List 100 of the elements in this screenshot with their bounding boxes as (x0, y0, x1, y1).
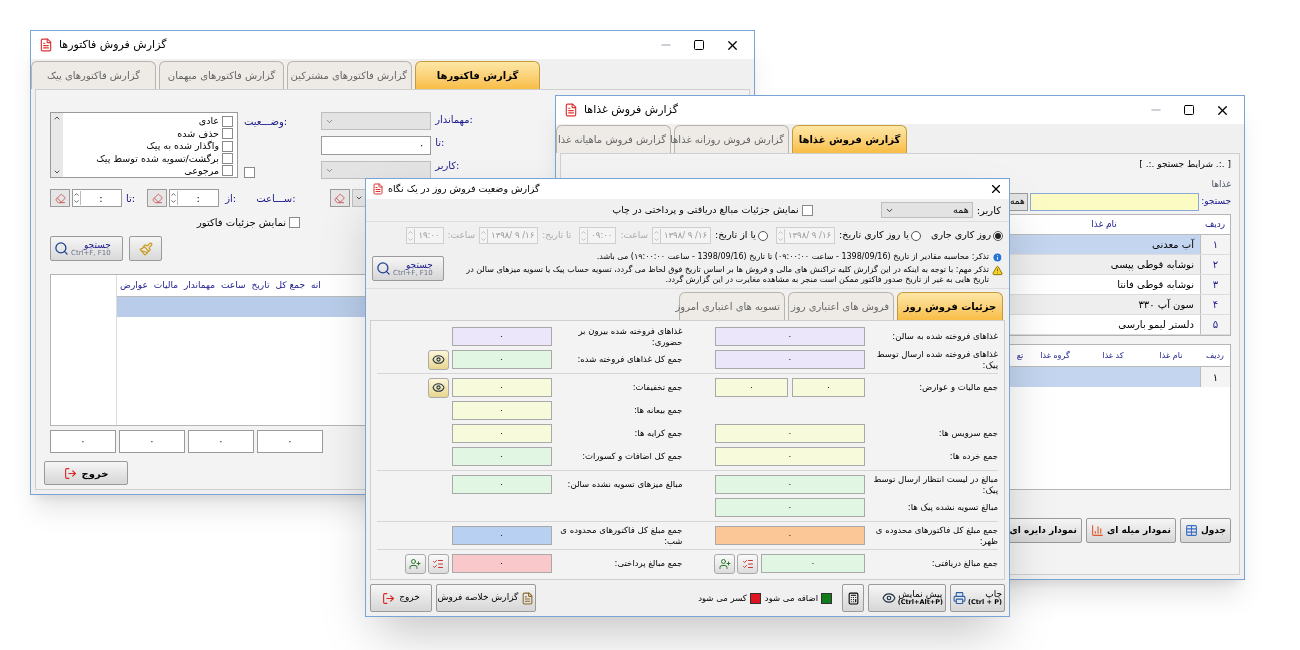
radio-button[interactable] (910, 230, 921, 241)
column-header[interactable]: نام غذا (1008, 217, 1200, 232)
tab[interactable]: گزارش فروش غذاها (792, 125, 907, 153)
info-note: تذکر: محاسبه مقادیر از تاریخ (1398/09/16 - ساعت ۰۹:۰۰:۰۰) تا تاریخ (1398/09/16 - ساعت ۱۹:۰۰:۰۰) می باشد. (596, 252, 989, 262)
table-row[interactable]: ۱ (1008, 367, 1230, 387)
scrollbar[interactable] (51, 113, 63, 177)
up-caret-icon (580, 228, 588, 236)
column-header[interactable]: کد غذا (1084, 349, 1142, 362)
table-cell-text: دلستر لیمو بارسی (1117, 318, 1195, 332)
summary-report-button[interactable]: گزارش خلاصه فروش (436, 584, 536, 612)
field-label: جمع مالیات و عوارض: (918, 382, 998, 393)
eraser-button[interactable] (147, 189, 168, 207)
checkbox[interactable] (244, 167, 255, 178)
time-field[interactable]: : (72, 189, 122, 207)
list-button[interactable] (427, 553, 449, 574)
exit-button[interactable]: خروج (370, 584, 432, 612)
window-icon (39, 38, 53, 52)
tab[interactable]: گزارش فاکتورهای میهمان (159, 61, 284, 89)
status-option[interactable]: واگذار شده به پیک (146, 141, 219, 151)
user-button[interactable] (714, 553, 735, 574)
field-label: از: (225, 191, 237, 206)
warning-note: تذکر مهم: با توجه به اینکه در این گزارش کلیه تراکنش های مالی و فروش ها بر اساس تاریخ فوق لحاظ می گردد، تسویه حساب پیک یا تسویه میزهای سالن در تاریخ هایی به غیر از تاریخ صدور فاکتور ممکن است منجر به مشاهده مغایرت در این گزارش گردد. (465, 265, 989, 285)
calculator-button[interactable] (842, 584, 864, 612)
close-icon[interactable] (989, 182, 1003, 196)
legend-label: کسر می شود (698, 591, 747, 605)
field-label: ساعت: (620, 228, 648, 242)
status-list[interactable]: عادی حذف شده واگذار شده به پیک برگشت/تسویه شده توسط پیک مرجوعی (50, 112, 238, 178)
column-header[interactable]: نام غذا (1142, 349, 1200, 362)
checkbox[interactable] (222, 152, 233, 164)
column-header[interactable]: ردیف (1200, 349, 1230, 362)
view-button[interactable]: نمودار میله ای (1086, 518, 1176, 543)
column-header[interactable]: تاریخ (248, 275, 273, 296)
table-row[interactable]: ۵ دلستر لیمو بارسی (1008, 315, 1230, 335)
eraser-button[interactable] (50, 189, 70, 207)
tab[interactable]: گزارش فاکتورهای پیک (31, 61, 156, 89)
column-header[interactable]: جمع کل (272, 275, 308, 296)
status-option[interactable]: برگشت/تسویه شده توسط پیک (96, 153, 219, 164)
field-label: غذاهای فروخته شده به سالن: (891, 331, 998, 342)
field-label: کاربر: (976, 203, 1001, 218)
total-field: ۰ (188, 430, 254, 453)
column-header[interactable]: مالیات (150, 275, 181, 296)
down-caret-icon (53, 168, 61, 176)
radio-button[interactable] (993, 230, 1003, 241)
checkbox[interactable] (801, 204, 813, 216)
table-row[interactable]: ۱ آب معدنی (1008, 235, 1230, 255)
column-header[interactable]: عوارض (117, 275, 151, 296)
tab[interactable]: فروش های اعتباری روز (788, 292, 894, 320)
radio-label[interactable]: یا از تاریخ: (715, 228, 756, 243)
column-header[interactable]: انه (307, 275, 324, 296)
status-option[interactable]: عادی (198, 116, 219, 126)
view-details-button[interactable] (427, 377, 449, 398)
checkbox[interactable] (222, 165, 233, 177)
column-header[interactable]: گروه غذا (1026, 349, 1084, 362)
window-title: گزارش فروش غذاها (584, 101, 678, 118)
amount-field: ۰ (451, 554, 552, 573)
checkbox[interactable] (222, 140, 233, 152)
maximize-icon[interactable] (693, 39, 705, 51)
input-field[interactable]: ۰ (321, 136, 432, 155)
column-header[interactable]: ساعت (218, 275, 249, 296)
table-cell-text: آب معدنی (1151, 237, 1196, 252)
checkbox-label[interactable]: نمایش جزئیات فاکتور (196, 215, 286, 230)
user-button[interactable] (404, 553, 426, 574)
view-details-button[interactable] (427, 349, 449, 370)
dropdown[interactable] (321, 161, 432, 179)
amount-field: ۰ (451, 526, 552, 545)
checkbox[interactable] (289, 217, 300, 228)
user-dropdown[interactable]: همه (880, 202, 973, 218)
clear-button[interactable] (129, 236, 162, 261)
eye-icon (431, 353, 445, 366)
eraser-button[interactable] (329, 189, 350, 207)
amount-field: ۰ (715, 526, 865, 545)
list-button[interactable] (737, 553, 758, 574)
checkbox[interactable] (222, 128, 233, 140)
radio-label[interactable]: روز کاری جاری (930, 228, 991, 243)
time-field[interactable]: : (169, 189, 220, 207)
tab[interactable]: گزارش فاکتورهای مشترکین (287, 61, 412, 89)
table-row[interactable]: ۴ سون آپ ۳۳۰ (1008, 295, 1230, 315)
column-header[interactable]: مهماندار (181, 275, 218, 296)
column-header[interactable]: تع (1014, 349, 1026, 362)
exit-button[interactable]: خروج (44, 461, 128, 485)
column-header[interactable]: ردیف (1200, 217, 1230, 232)
maximize-icon[interactable] (1183, 104, 1195, 116)
status-option[interactable]: مرجوعی (184, 166, 219, 176)
view-button[interactable]: جدول (1179, 518, 1231, 543)
tab[interactable]: گزارش فاکتورها (415, 61, 540, 89)
checkbox-label[interactable]: نمایش جزئیات مبالغ دریافتی و پرداختی در چاپ (612, 202, 799, 218)
table-row[interactable]: ۳ نوشابه قوطی فانتا (1008, 275, 1230, 295)
table-row[interactable]: ۲ نوشابه قوطی پپسی (1008, 255, 1230, 275)
dropdown[interactable] (351, 189, 366, 207)
total-field: ۰ (119, 430, 185, 453)
window-title: گزارش وضعیت فروش روز در یک نگاه (388, 181, 540, 196)
field-label: غذاهای فروخته شده ارسال توسط پیک: (875, 348, 998, 371)
up-caret-icon (407, 228, 415, 236)
checkbox[interactable] (222, 115, 233, 127)
status-option[interactable]: حذف شده (177, 128, 219, 139)
tab[interactable]: جزئیات فروش روز (897, 292, 1003, 320)
radio-label[interactable]: یا روز کاری تاریخ: (839, 228, 909, 243)
tab[interactable]: گزارش فروش ماهیانه غذا (556, 125, 671, 153)
radio-button[interactable] (757, 230, 768, 241)
search-field[interactable] (1029, 193, 1200, 211)
